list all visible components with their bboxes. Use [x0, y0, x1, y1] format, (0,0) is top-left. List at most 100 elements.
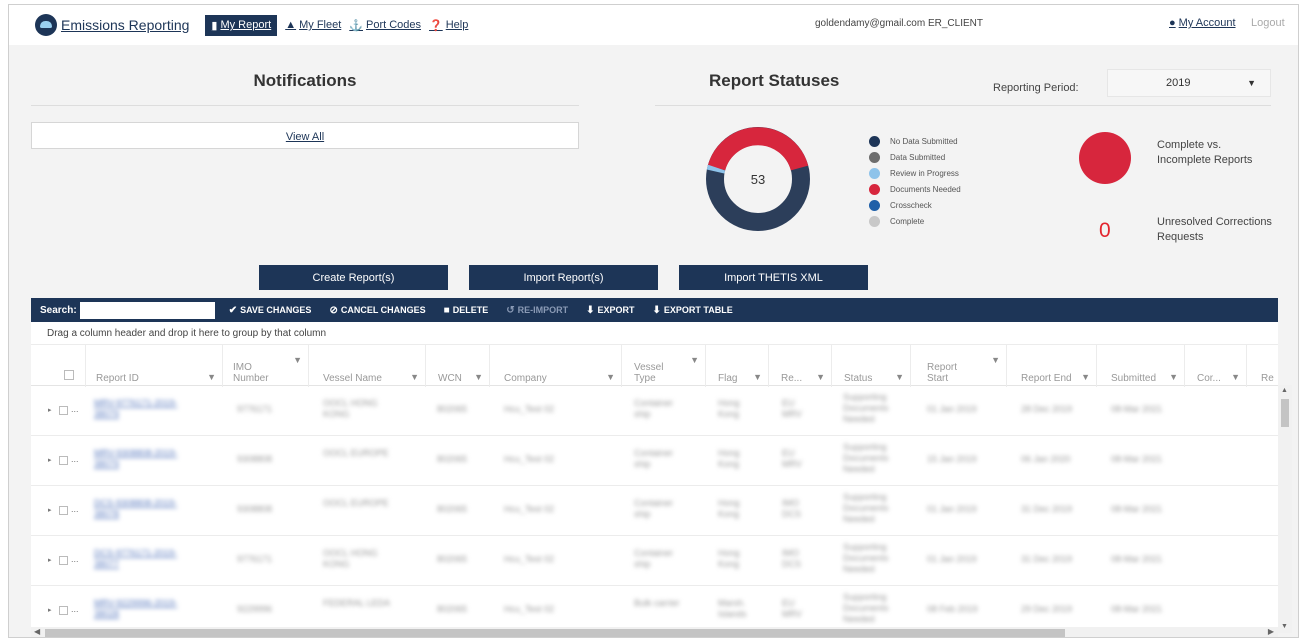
table-row[interactable]: ▸... MRV-9776171-2019- 38079 9776171 OOCL HO…	[31, 386, 1278, 436]
nav-help[interactable]: ❓ Help	[429, 19, 468, 32]
column-report-start[interactable]: Report Start ▼	[911, 345, 1007, 387]
row-checkbox[interactable]	[59, 606, 68, 615]
filter-icon[interactable]: ▼	[410, 372, 419, 383]
filter-icon[interactable]: ▼	[895, 372, 904, 383]
filter-icon[interactable]: ▼	[690, 355, 699, 366]
filter-icon[interactable]: ▼	[1081, 372, 1090, 383]
imo-cell: 9229996	[237, 604, 272, 615]
row-checkbox[interactable]	[59, 406, 68, 415]
expand-row-icon[interactable]: ▸	[48, 506, 52, 514]
export-button[interactable]: ⬇ EXPORT	[586, 305, 634, 316]
vessel-name-cell-line: KONG	[323, 409, 350, 419]
vessel-type-cell: Container ship	[634, 398, 673, 420]
scroll-up-icon[interactable]: ▲	[1281, 387, 1288, 394]
logout-link[interactable]: Logout	[1251, 17, 1285, 29]
table-row[interactable]: ▸... DCS-9776171-2019- 38077 9776171 OOCL HO…	[31, 536, 1278, 586]
save-changes-button[interactable]: ✔ SAVE CHANGES	[229, 305, 312, 316]
filter-icon[interactable]: ▼	[991, 355, 1000, 366]
column-wcn[interactable]: WCN ▼	[426, 345, 490, 387]
row-checkbox[interactable]	[59, 556, 68, 565]
select-all-checkbox[interactable]	[64, 370, 74, 380]
report-id-link[interactable]: MRV-9308808-2019- 38079	[94, 448, 177, 470]
regulation-cell: IMO DCS	[782, 498, 801, 520]
row-checkbox[interactable]	[59, 456, 68, 465]
my-account-label: My Account	[1178, 17, 1236, 29]
filter-icon[interactable]: ▼	[474, 372, 483, 383]
vertical-scrollbar[interactable]: ▲ ▼	[1278, 385, 1292, 633]
row-menu-icon[interactable]: ...	[71, 604, 79, 614]
delete-button[interactable]: ■ DELETE	[444, 305, 489, 316]
filter-icon[interactable]: ▼	[1169, 372, 1178, 383]
filter-icon[interactable]: ▼	[207, 372, 216, 383]
donut-total: 53	[750, 172, 766, 187]
row-menu-icon[interactable]: ...	[71, 454, 79, 464]
column-re[interactable]: Re	[1247, 345, 1278, 387]
horizontal-scrollbar[interactable]: ◀ ▶	[31, 627, 1278, 637]
scroll-down-icon[interactable]: ▼	[1281, 623, 1288, 630]
column-submitted[interactable]: Submitted ▼	[1097, 345, 1185, 387]
column-corrections[interactable]: Cor... ▼	[1185, 345, 1247, 387]
filter-icon[interactable]: ▼	[293, 355, 302, 366]
expand-row-icon[interactable]: ▸	[48, 456, 52, 464]
search-input[interactable]	[79, 301, 215, 319]
filter-icon[interactable]: ▼	[753, 372, 762, 383]
column-vessel-type[interactable]: Vessel Type ▼	[622, 345, 706, 387]
nav-port-codes[interactable]: ⚓ Port Codes	[349, 19, 421, 32]
import-thetis-button[interactable]: Import THETIS XML	[679, 265, 868, 290]
vessel-name-cell-line: FEDERAL LEDA	[323, 598, 391, 608]
complete-vs-incomplete-chart[interactable]	[1079, 132, 1131, 184]
row-checkbox[interactable]	[59, 506, 68, 515]
filter-icon[interactable]: ▼	[1231, 372, 1240, 383]
report-id-link[interactable]: MRV-9776171-2019- 38079	[94, 398, 177, 420]
flag-cell-line: Kong	[718, 559, 740, 569]
report-id-link[interactable]: MRV-9229996-2019- 38028	[94, 598, 177, 620]
report-id-link[interactable]: DCS-9776171-2019- 38077	[94, 548, 177, 570]
brand[interactable]: Emissions Reporting	[35, 14, 189, 36]
cancel-changes-button[interactable]: ⊘ CANCEL CHANGES	[329, 305, 425, 316]
column-status[interactable]: Status ▼	[832, 345, 911, 387]
column-label: Cor...	[1197, 373, 1221, 384]
row-menu-icon[interactable]: ...	[71, 504, 79, 514]
report-start-cell-line: 01 Jan 2019	[927, 554, 977, 564]
reporting-period-select[interactable]: 2019 ▼	[1107, 69, 1271, 97]
filter-icon[interactable]: ▼	[606, 372, 615, 383]
brand-title[interactable]: Emissions Reporting	[61, 17, 189, 33]
column-company[interactable]: Company ▼	[490, 345, 622, 387]
reimport-button[interactable]: ↺ RE-IMPORT	[506, 305, 568, 316]
cancel-icon: ⊘	[329, 304, 338, 316]
group-drop-zone[interactable]: Drag a column header and drop it here to…	[31, 322, 1278, 344]
column-imo-number[interactable]: IMO Number ▼	[223, 345, 309, 387]
expand-row-icon[interactable]: ▸	[48, 606, 52, 614]
row-menu-icon[interactable]: ...	[71, 404, 79, 414]
view-all-link[interactable]: View All	[286, 131, 324, 143]
report-end-cell-line: 29 Dec 2019	[1021, 604, 1073, 614]
scrollbar-thumb[interactable]	[1281, 399, 1289, 427]
create-report-button[interactable]: Create Report(s)	[259, 265, 448, 290]
nav-my-fleet[interactable]: ▲ My Fleet	[285, 19, 341, 31]
filter-icon[interactable]: ▼	[816, 372, 825, 383]
column-regulation[interactable]: Re... ▼	[769, 345, 832, 387]
expand-row-icon[interactable]: ▸	[48, 406, 52, 414]
column-vessel-name[interactable]: Vessel Name ▼	[309, 345, 426, 387]
report-id-link[interactable]: DCS-9308808-2019- 38078	[94, 498, 177, 520]
my-account-link[interactable]: ● My Account	[1169, 17, 1236, 29]
expand-row-icon[interactable]: ▸	[48, 556, 52, 564]
report-start-cell-line: 01 Jan 2019	[927, 504, 977, 514]
search-label: Search:	[40, 304, 77, 316]
export-table-button[interactable]: ⬇ EXPORT TABLE	[653, 305, 733, 316]
import-report-button[interactable]: Import Report(s)	[469, 265, 658, 290]
column-report-end[interactable]: Report End ▼	[1007, 345, 1097, 387]
scrollbar-thumb[interactable]	[45, 629, 1065, 637]
table-row[interactable]: ▸... DCS-9308808-2019- 38078 9308808 OOCL EU…	[31, 486, 1278, 536]
column-report-id[interactable]: Report ID ▼	[86, 345, 223, 387]
scroll-right-icon[interactable]: ▶	[1268, 627, 1274, 636]
column-flag[interactable]: Flag ▼	[706, 345, 769, 387]
table-row[interactable]: ▸... MRV-9308808-2019- 38079 9308808 OOCL EU…	[31, 436, 1278, 486]
row-menu-icon[interactable]: ...	[71, 554, 79, 564]
column-label: Type	[634, 373, 656, 384]
donut-segment-review[interactable]	[706, 164, 726, 174]
scroll-left-icon[interactable]: ◀	[34, 627, 40, 636]
nav-my-report[interactable]: ▮ My Report	[205, 14, 278, 36]
donut-segment-documents-needed[interactable]	[707, 127, 809, 171]
header-select-all[interactable]	[31, 345, 86, 387]
